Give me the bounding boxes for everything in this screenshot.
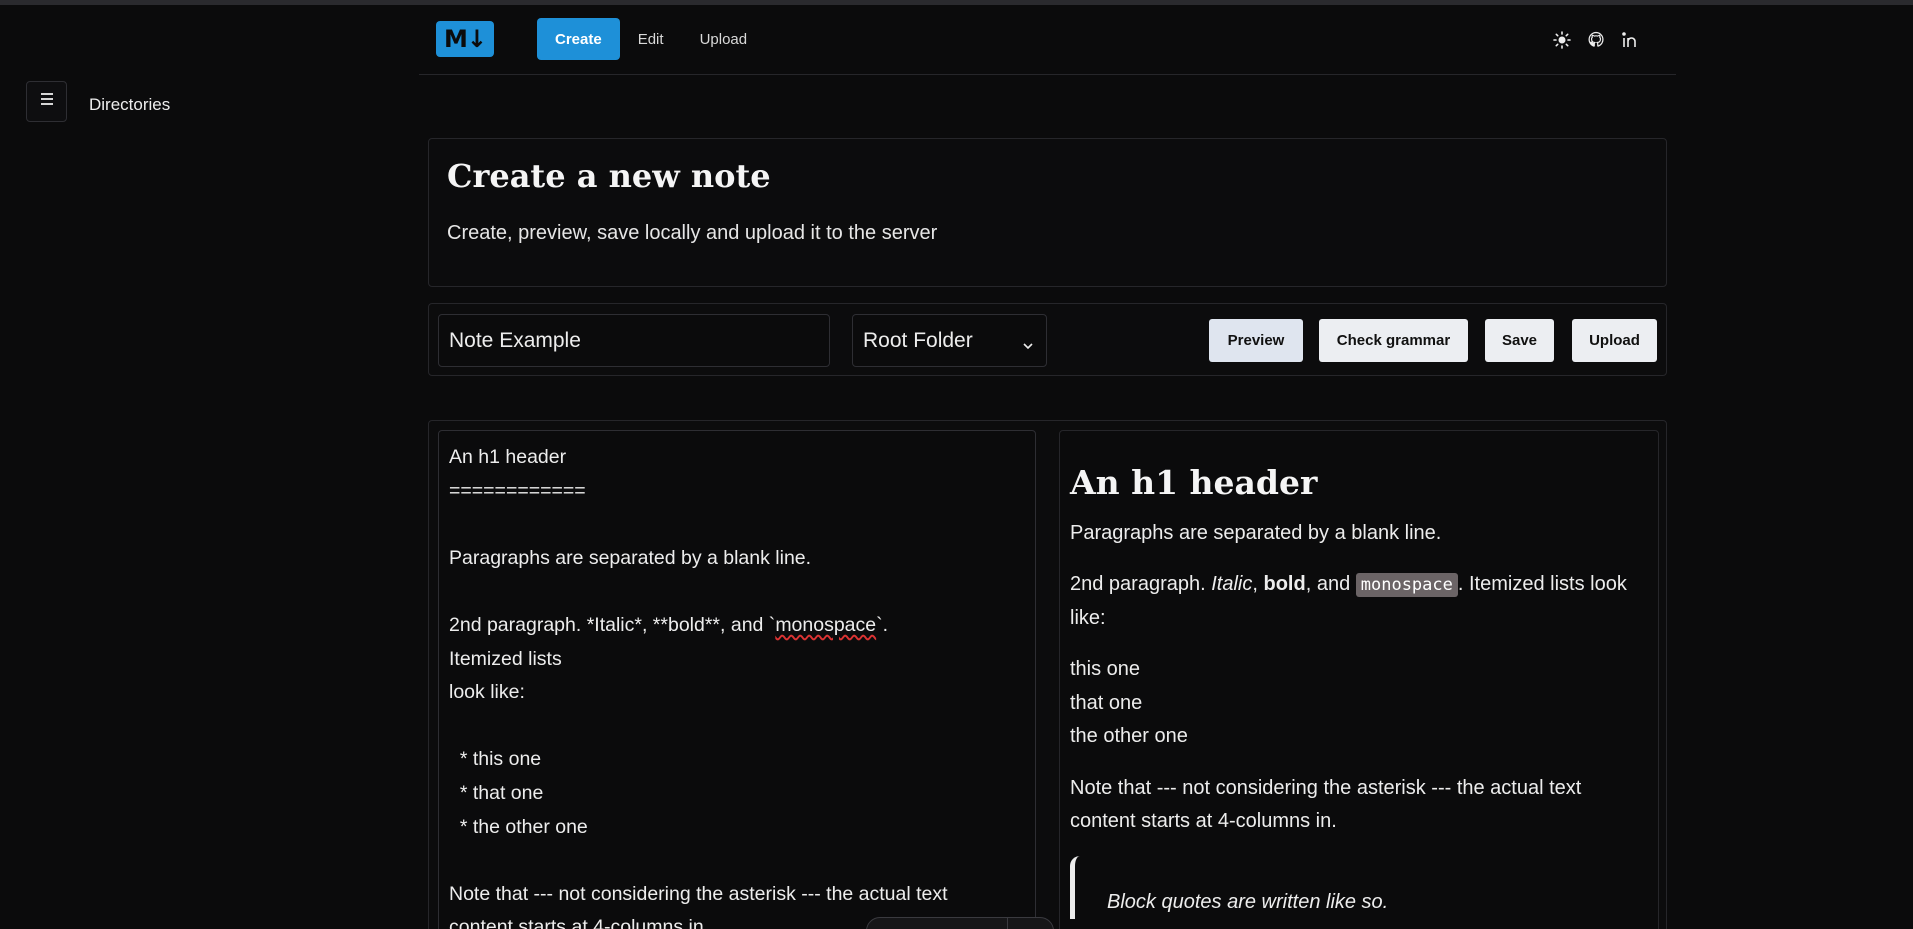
editor-preview-card: An h1 header ============ Paragraphs are …	[428, 420, 1667, 929]
list-item: this one	[1070, 658, 1141, 680]
nav-edit-button[interactable]: Edit	[620, 18, 682, 60]
markdown-editor[interactable]: An h1 header ============ Paragraphs are …	[438, 430, 1036, 929]
editor-line: * this one	[449, 748, 542, 771]
editor-line: look like:	[449, 681, 525, 704]
preview-h1: An h1 header	[1070, 463, 1318, 502]
editor-line: * that one	[449, 781, 544, 804]
editor-line: Itemized lists	[449, 647, 562, 670]
editor-line: Paragraphs are separated by a blank line…	[449, 546, 812, 569]
github-icon[interactable]	[1586, 30, 1606, 50]
note-title-input[interactable]	[438, 314, 830, 367]
note-toolbar: Root Folder Preview Check grammar Save U…	[428, 303, 1667, 376]
page-subtitle: Create, preview, save locally and upload…	[447, 222, 938, 244]
editor-line: An h1 header	[449, 446, 567, 468]
editor-line: 2nd paragraph. *Italic*, **bold**, and `…	[449, 613, 889, 636]
upload-button[interactable]: Upload	[1572, 319, 1657, 362]
editor-line: * the other one	[449, 815, 588, 838]
list-item: the other one	[1070, 725, 1188, 747]
sidebar-toggle-button[interactable]	[26, 81, 67, 122]
intro-card: Create a new note Create, preview, save …	[428, 138, 1667, 287]
editor-line: Note that --- not considering the asteri…	[449, 882, 948, 905]
preview-paragraph: Paragraphs are separated by a blank line…	[1070, 522, 1442, 544]
directories-label[interactable]: Directories	[89, 95, 170, 115]
folder-select[interactable]: Root Folder	[852, 314, 1047, 367]
page-title: Create a new note	[447, 157, 771, 195]
linkedin-icon[interactable]	[1620, 30, 1640, 50]
header-icon-group	[1552, 30, 1640, 50]
nav-create-button[interactable]: Create	[537, 18, 620, 60]
top-navbar: M↓ Create Edit Upload	[419, 5, 1676, 75]
markdown-preview: An h1 header Paragraphs are separated by…	[1059, 430, 1659, 929]
sun-icon[interactable]	[1552, 30, 1572, 50]
markdown-logo[interactable]: M↓	[436, 21, 494, 57]
floating-toolbar[interactable]	[866, 917, 1054, 929]
spellcheck-word[interactable]: monospace	[775, 614, 876, 636]
save-button[interactable]: Save	[1485, 319, 1554, 362]
nav-upload-button[interactable]: Upload	[682, 18, 766, 60]
preview-button[interactable]: Preview	[1209, 319, 1303, 362]
preview-blockquote: Block quotes are written like so.	[1070, 855, 1648, 919]
inline-code: monospace	[1355, 573, 1458, 597]
main-nav: Create Edit Upload	[537, 18, 765, 60]
folder-select-value: Root Folder	[863, 328, 973, 352]
check-grammar-button[interactable]: Check grammar	[1319, 319, 1468, 362]
preview-paragraph: Note that --- not considering the asteri…	[1070, 776, 1582, 832]
chevron-down-icon	[1022, 334, 1034, 358]
preview-list: this one that one the other one	[1070, 653, 1648, 754]
hamburger-icon	[39, 92, 55, 111]
editor-line: ============	[449, 479, 586, 502]
preview-paragraph: 2nd paragraph. Italic, bold, and monospa…	[1070, 573, 1627, 629]
list-item: that one	[1070, 691, 1143, 714]
